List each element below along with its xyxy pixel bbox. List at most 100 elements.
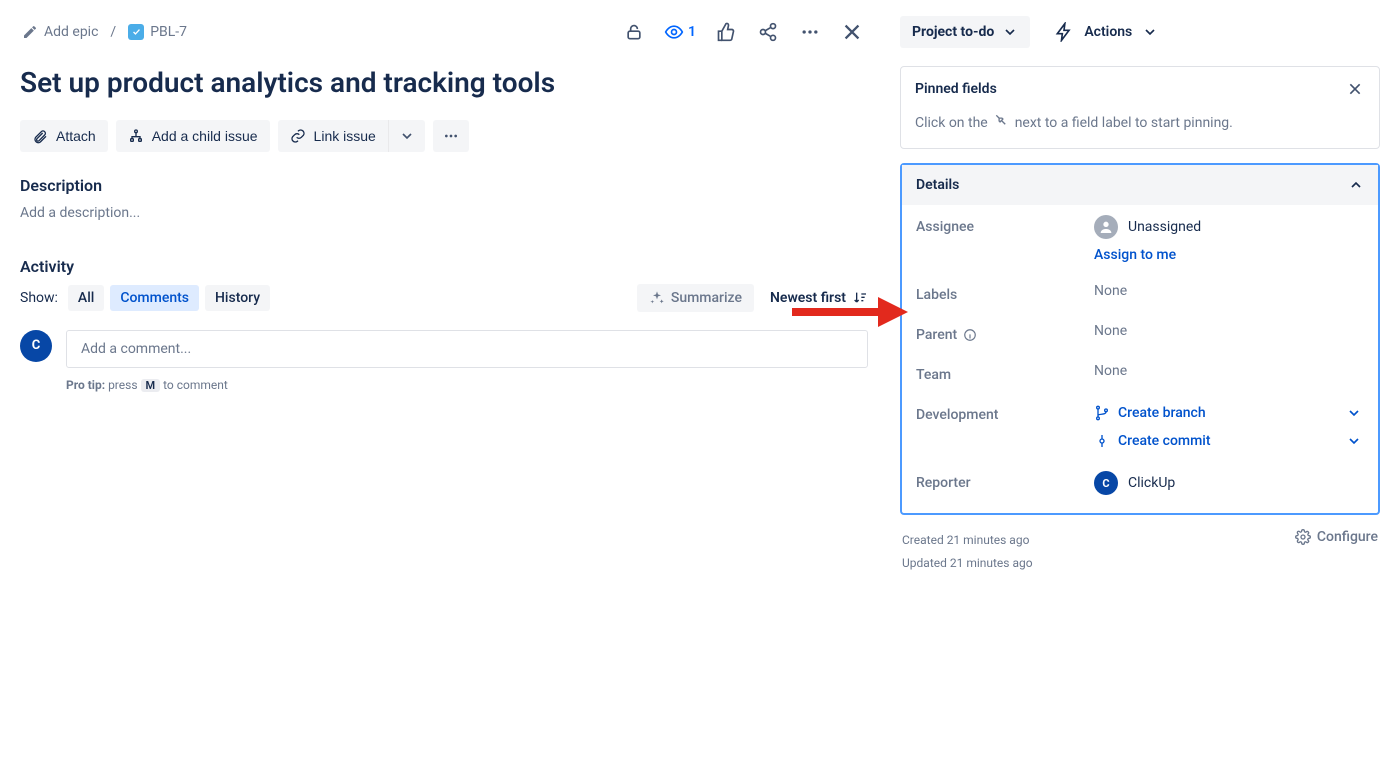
sort-toggle[interactable]: Newest first [770,290,868,306]
activity-tabs: Show: All Comments History [20,285,270,311]
pro-tip-after: to comment [163,378,228,392]
issue-key-link[interactable]: PBL-7 [126,20,189,44]
field-labels: Labels None [902,273,1378,313]
created-timestamp: Created 21 minutes ago [902,529,1033,552]
link-issue-button[interactable]: Link issue [278,120,388,152]
dismiss-pinned-hint[interactable] [1345,79,1365,99]
description-heading: Description [20,176,868,195]
create-commit-dropdown[interactable] [1344,431,1364,451]
tab-comments[interactable]: Comments [110,285,199,311]
add-child-issue-button[interactable]: Add a child issue [116,120,270,152]
vote-button[interactable] [710,16,742,48]
pinned-fields-panel: Pinned fields Click on the next to a fie… [900,66,1380,149]
unlock-icon [624,22,644,42]
pinned-fields-title: Pinned fields [915,81,997,97]
activity-heading: Activity [20,257,868,276]
pencil-icon [22,24,38,40]
team-value[interactable]: None [1094,363,1364,379]
share-icon [758,22,778,42]
sparkle-icon [649,290,665,306]
activity-section: Activity Show: All Comments History Summ… [20,257,868,392]
pro-tip: Pro tip: press M to comment [66,378,868,392]
status-label: Project to-do [912,24,994,40]
field-reporter: Reporter C ClickUp [902,461,1378,513]
create-branch-dropdown[interactable] [1344,403,1364,423]
pro-tip-key: M [141,379,161,392]
assignee-label: Assignee [916,215,1086,235]
summarize-button[interactable]: Summarize [637,284,754,312]
pro-tip-strong: Pro tip: [66,378,105,392]
assign-to-me-link[interactable]: Assign to me [1094,247,1364,263]
gear-icon [1295,529,1311,545]
link-issue-dropdown[interactable] [388,120,425,152]
git-commit-icon [1094,433,1110,449]
comment-input[interactable]: Add a comment... [66,330,868,368]
attach-label: Attach [56,128,96,144]
dots-horizontal-icon [800,22,820,42]
reporter-avatar: C [1094,471,1118,495]
updated-timestamp: Updated 21 minutes ago [902,552,1033,575]
watch-button[interactable]: 1 [660,22,700,42]
pro-tip-before: press [108,378,137,392]
share-button[interactable] [752,16,784,48]
reporter-value[interactable]: C ClickUp [1094,471,1364,495]
add-epic-label: Add epic [44,24,98,40]
assignee-value-text: Unassigned [1128,219,1201,235]
user-avatar: C [20,330,52,362]
labels-value[interactable]: None [1094,283,1364,299]
field-parent: Parent None [902,313,1378,353]
info-icon[interactable] [963,328,977,342]
create-commit-text: Create commit [1118,433,1211,449]
lock-icon-button[interactable] [618,16,650,48]
link-issue-group: Link issue [278,120,425,152]
chevron-down-icon [1346,433,1362,449]
content-more-button[interactable] [433,120,469,152]
labels-label: Labels [916,283,1086,303]
child-issue-icon [128,128,144,144]
link-issue-label: Link issue [314,128,376,144]
add-epic-link[interactable]: Add epic [20,20,100,44]
chevron-down-icon [1346,405,1362,421]
pinned-hint-before: Click on the [915,115,988,131]
link-icon [290,128,306,144]
details-panel: Details Assignee Unassigned Assign to me… [900,163,1380,515]
sort-desc-icon [852,290,868,306]
field-team: Team None [902,353,1378,393]
create-commit-link[interactable]: Create commit [1094,433,1211,449]
add-child-label: Add a child issue [152,128,258,144]
status-dropdown[interactable]: Project to-do [900,16,1030,48]
lightning-icon [1054,22,1074,42]
assignee-value[interactable]: Unassigned [1094,215,1364,239]
actions-dropdown[interactable]: Actions [1046,16,1166,48]
more-actions-button[interactable] [794,16,826,48]
tab-history[interactable]: History [205,285,270,311]
reporter-name: ClickUp [1128,475,1175,491]
quick-actions-row: Attach Add a child issue Link issue [20,120,868,152]
reporter-label: Reporter [916,471,1086,491]
pinned-hint-after: next to a field label to start pinning. [1015,115,1233,131]
issuetype-task-icon [128,24,144,40]
close-modal-button[interactable] [836,16,868,48]
git-branch-icon [1094,405,1110,421]
close-icon [1347,81,1363,97]
show-label: Show: [20,290,58,306]
breadcrumb-separator: / [110,24,116,40]
breadcrumb: Add epic / PBL-7 [20,20,189,44]
configure-button[interactable]: Configure [1295,529,1378,545]
tab-all[interactable]: All [68,285,104,311]
issue-title[interactable]: Set up product analytics and tracking to… [20,66,868,100]
modal-top-actions: 1 [618,16,868,48]
unassigned-avatar-icon [1094,215,1118,239]
create-branch-text: Create branch [1118,405,1206,421]
attachment-icon [32,128,48,144]
parent-value[interactable]: None [1094,323,1364,339]
description-input[interactable]: Add a description... [20,203,868,223]
parent-label: Parent [916,323,1086,343]
create-branch-link[interactable]: Create branch [1094,405,1206,421]
dots-horizontal-icon [443,128,459,144]
details-toggle[interactable]: Details [902,165,1378,205]
chevron-down-icon [1002,24,1018,40]
team-label: Team [916,363,1086,383]
field-assignee: Assignee Unassigned Assign to me [902,205,1378,273]
attach-button[interactable]: Attach [20,120,108,152]
